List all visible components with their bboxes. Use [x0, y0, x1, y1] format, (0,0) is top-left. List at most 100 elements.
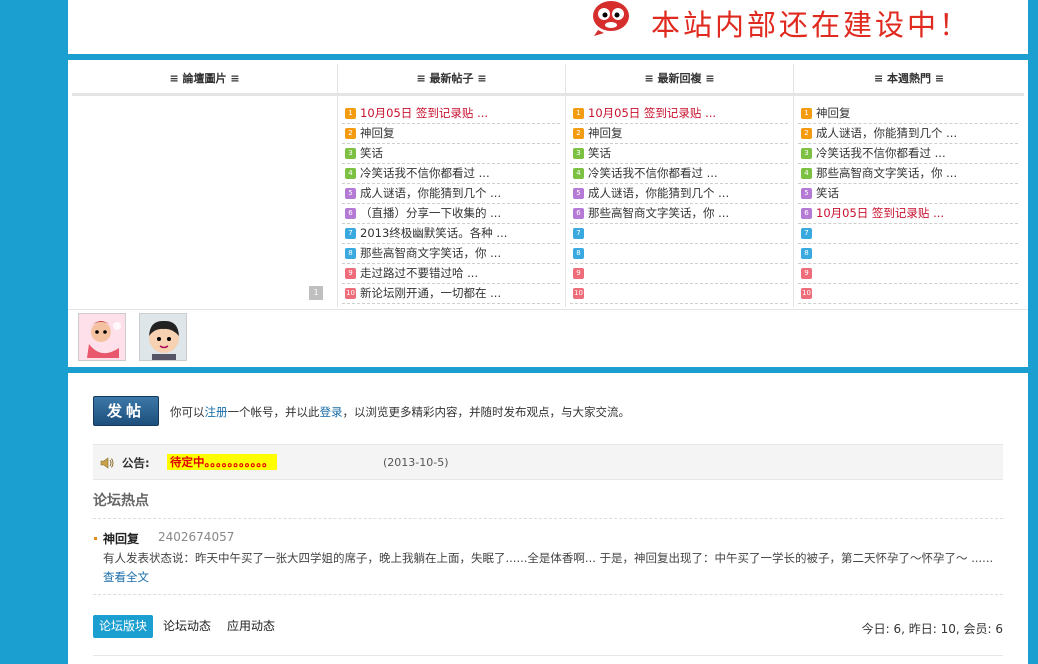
- list-item[interactable]: 4 冷笑话我不信你都看过 ...: [570, 164, 788, 184]
- list-item[interactable]: 3 笑话: [570, 144, 788, 164]
- list-item[interactable]: 6 10月05日 签到记录贴 ...: [798, 204, 1018, 224]
- topic-link[interactable]: 走过路过不要错过哈 ...: [360, 266, 478, 280]
- divider: [93, 518, 1003, 519]
- rank-badge-icon: 6: [345, 208, 356, 219]
- register-link[interactable]: 注册: [205, 405, 228, 419]
- hot-topic-excerpt: 有人发表状态说：昨天中午买了一张大四学姐的席子，晚上我躺在上面，失眠了.....…: [103, 549, 1003, 587]
- rank-badge-icon: 3: [801, 148, 812, 159]
- tab-forum-activity[interactable]: 论坛动态: [157, 615, 217, 638]
- prompt-text: 你可以: [170, 405, 205, 419]
- latest-posts-list: 1 10月05日 签到记录贴 ... 2 神回复 3 笑话 4 冷笑话我不信你都看过 ... 5…: [342, 104, 560, 304]
- rank-badge-icon: 5: [345, 188, 356, 199]
- col-divider: [793, 64, 794, 307]
- excerpt-text: 有人发表状态说：昨天中午买了一张大四学姐的席子，晚上我躺在上面，失眠了.....…: [103, 551, 994, 565]
- topic-link[interactable]: 冷笑话我不信你都看过 ...: [816, 146, 946, 160]
- topic-link[interactable]: （直播）分享一下收集的 ...: [360, 206, 501, 220]
- list-item[interactable]: 3 冷笑话我不信你都看过 ...: [798, 144, 1018, 164]
- topic-link[interactable]: 新论坛刚开通，一切都在 ...: [360, 286, 501, 300]
- login-link[interactable]: 登录: [320, 405, 343, 419]
- topic-link[interactable]: 那些高智商文字笑话，你 ...: [588, 206, 729, 220]
- prompt-text: 一个帐号，并以此: [227, 405, 320, 419]
- col-header-latest-posts: ≡ 最新帖子 ≡: [338, 60, 565, 96]
- picture-slide-indicator[interactable]: 1: [309, 286, 323, 300]
- divider: [68, 367, 1028, 373]
- rank-badge-icon: 6: [573, 208, 584, 219]
- topic-link[interactable]: 10月05日 签到记录贴 ...: [360, 106, 488, 120]
- list-item[interactable]: 1 神回复: [798, 104, 1018, 124]
- list-item[interactable]: 5 成人谜语，你能猜到几个 ...: [342, 184, 560, 204]
- topic-link[interactable]: 10月05日 签到记录贴 ...: [816, 206, 944, 220]
- list-item[interactable]: 2 神回复: [342, 124, 560, 144]
- topic-link[interactable]: 成人谜语，你能猜到几个 ...: [588, 186, 729, 200]
- list-item[interactable]: 1 10月05日 签到记录贴 ...: [570, 104, 788, 124]
- register-prompt: 你可以注册一个帐号，并以此登录，以浏览更多精彩内容，并随时发布观点，与大家交流。: [170, 404, 630, 420]
- rank-badge-icon: 2: [345, 128, 356, 139]
- topic-link[interactable]: 笑话: [360, 146, 383, 160]
- topic-link[interactable]: 那些高智商文字笑话，你 ...: [360, 246, 501, 260]
- forum-stats: 今日: 6, 昨日: 10, 会员: 6: [861, 622, 1003, 636]
- list-item[interactable]: 2 成人谜语，你能猜到几个 ...: [798, 124, 1018, 144]
- list-item[interactable]: 9 走过路过不要错过哈 ...: [342, 264, 560, 284]
- list-item[interactable]: 5 成人谜语，你能猜到几个 ...: [570, 184, 788, 204]
- topic-link[interactable]: 冷笑话我不信你都看过 ...: [360, 166, 490, 180]
- list-item[interactable]: 4 冷笑话我不信你都看过 ...: [342, 164, 560, 184]
- list-item: 7: [798, 224, 1018, 244]
- topic-link[interactable]: 笑话: [816, 186, 839, 200]
- topic-link[interactable]: 10月05日 签到记录贴 ...: [588, 106, 716, 120]
- member-avatar[interactable]: [139, 313, 187, 361]
- col-header-pictures: ≡ 論壇圖片 ≡: [72, 60, 337, 96]
- topic-link[interactable]: 笑话: [588, 146, 611, 160]
- col-divider: [337, 64, 338, 307]
- list-item[interactable]: 8 那些高智商文字笑话，你 ...: [342, 244, 560, 264]
- latest-replies-list: 1 10月05日 签到记录贴 ... 2 神回复 3 笑话 4 冷笑话我不信你都看过 ... 5…: [570, 104, 788, 304]
- list-item[interactable]: 5 笑话: [798, 184, 1018, 204]
- topic-link[interactable]: 那些高智商文字笑话，你 ...: [816, 166, 957, 180]
- forum-grid: ≡ 論壇圖片 ≡ ≡ 最新帖子 ≡ ≡ 最新回複 ≡ ≡ 本週熱門 ≡ 1 11…: [68, 60, 1028, 309]
- topic-link[interactable]: 成人谜语，你能猜到几个 ...: [816, 126, 957, 140]
- bullet-icon: [94, 537, 97, 540]
- list-item[interactable]: 2 神回复: [570, 124, 788, 144]
- rank-badge-icon: 5: [801, 188, 812, 199]
- topic-link[interactable]: 冷笑话我不信你都看过 ...: [588, 166, 718, 180]
- tab-forum-sections[interactable]: 论坛版块: [93, 615, 154, 638]
- site-banner: 本站内部还在建设中！: [68, 0, 1028, 54]
- list-item[interactable]: 10 新论坛刚开通，一切都在 ...: [342, 284, 560, 304]
- page: 本站内部还在建设中！ ≡ 論壇圖片 ≡ ≡ 最新帖子 ≡ ≡ 最新回複 ≡ ≡ …: [68, 0, 1028, 664]
- list-item[interactable]: 4 那些高智商文字笑话，你 ...: [798, 164, 1018, 184]
- new-post-button[interactable]: 发帖: [93, 396, 159, 426]
- list-item[interactable]: 6 （直播）分享一下收集的 ...: [342, 204, 560, 224]
- member-avatar[interactable]: [78, 313, 126, 361]
- hot-topics-title: 论坛热点: [93, 493, 149, 509]
- rank-badge-icon: 2: [801, 128, 812, 139]
- rank-badge-icon: 4: [801, 168, 812, 179]
- topic-link[interactable]: 神回复: [816, 106, 851, 120]
- read-more-link[interactable]: 查看全文: [103, 570, 149, 584]
- list-item[interactable]: 7 2013终极幽默笑话。各种 ...: [342, 224, 560, 244]
- rank-badge-icon: 9: [345, 268, 356, 279]
- rank-badge-icon: 1: [801, 108, 812, 119]
- section-tabs: 论坛版块 论坛动态 应用动态: [93, 615, 285, 638]
- topic-link[interactable]: 神回复: [360, 126, 395, 140]
- divider: [93, 594, 1003, 595]
- tab-app-activity[interactable]: 应用动态: [221, 615, 281, 638]
- rank-badge-icon: 4: [573, 168, 584, 179]
- list-item: 10: [798, 284, 1018, 304]
- weekly-hot-list: 1 神回复 2 成人谜语，你能猜到几个 ... 3 冷笑话我不信你都看过 ... 4 那些高智…: [798, 104, 1018, 304]
- col-header-latest-replies: ≡ 最新回複 ≡: [566, 60, 793, 96]
- topic-link[interactable]: 2013终极幽默笑话。各种 ...: [360, 226, 507, 240]
- banner-notice: 本站内部还在建设中！: [651, 8, 972, 42]
- list-item[interactable]: 3 笑话: [342, 144, 560, 164]
- topic-link[interactable]: 神回复: [588, 126, 623, 140]
- rank-badge-icon: 7: [345, 228, 356, 239]
- announcement-label: 公告:: [122, 456, 150, 470]
- announcement-text[interactable]: 待定中。。。。。。。。。。。: [167, 454, 277, 470]
- announcement-bar: 公告: 待定中。。。。。。。。。。。 (2013-10-5): [93, 444, 1003, 480]
- list-item: 9: [798, 264, 1018, 284]
- topic-link[interactable]: 成人谜语，你能猜到几个 ...: [360, 186, 501, 200]
- rank-badge-icon: 8: [345, 248, 356, 259]
- hot-topic-author-id: 2402674057: [158, 530, 235, 544]
- list-item: 9: [570, 264, 788, 284]
- list-item[interactable]: 6 那些高智商文字笑话，你 ...: [570, 204, 788, 224]
- list-item[interactable]: 1 10月05日 签到记录贴 ...: [342, 104, 560, 124]
- hot-topic-title[interactable]: 神回复: [103, 530, 139, 547]
